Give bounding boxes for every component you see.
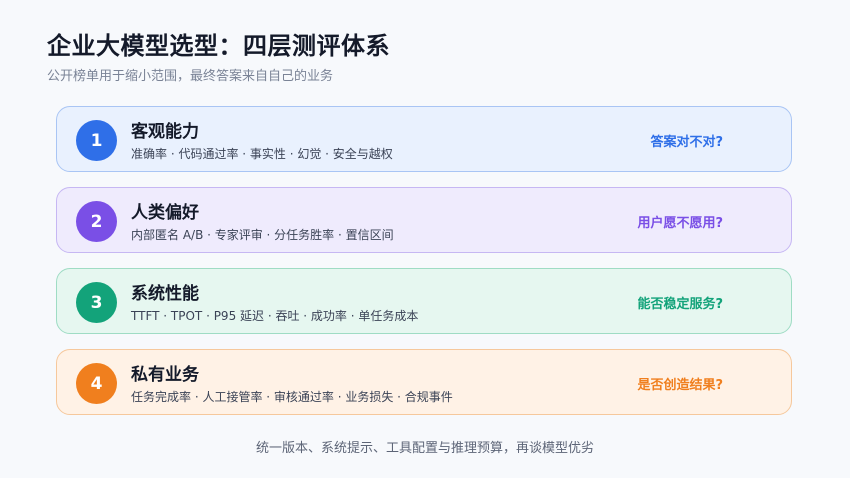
layer-name: 私有业务 — [131, 365, 199, 385]
layer-metrics: TTFT · TPOT · P95 延迟 · 吞吐 · 成功率 · 单任务成本 — [131, 309, 419, 323]
layer-card-performance: 3 系统性能 TTFT · TPOT · P95 延迟 · 吞吐 · 成功率 ·… — [56, 268, 792, 334]
layer-question: 能否稳定服务? — [637, 297, 723, 312]
layer-metrics: 任务完成率 · 人工接管率 · 审核通过率 · 业务损失 · 合规事件 — [131, 390, 453, 404]
footer-note: 统一版本、系统提示、工具配置与推理预算，再谈模型优劣 — [255, 441, 594, 456]
layer-question: 是否创造结果? — [637, 378, 723, 393]
layer-number-badge: 1 — [76, 120, 117, 161]
layer-card-objective: 1 客观能力 准确率 · 代码通过率 · 事实性 · 幻觉 · 安全与越权 答案… — [56, 106, 792, 172]
layer-name: 客观能力 — [131, 122, 199, 142]
layer-question: 用户愿不愿用? — [637, 216, 723, 231]
layer-name: 系统性能 — [131, 284, 199, 304]
layer-number-badge: 3 — [76, 282, 117, 323]
page-subtitle: 公开榜单用于缩小范围，最终答案来自自己的业务 — [47, 69, 334, 84]
layer-question: 答案对不对? — [650, 135, 723, 150]
layer-number-badge: 4 — [76, 363, 117, 404]
layer-number-badge: 2 — [76, 201, 117, 242]
layer-metrics: 准确率 · 代码通过率 · 事实性 · 幻觉 · 安全与越权 — [131, 147, 393, 161]
layer-name: 人类偏好 — [131, 203, 199, 223]
page-title: 企业大模型选型：四层测评体系 — [47, 32, 390, 60]
layer-card-business: 4 私有业务 任务完成率 · 人工接管率 · 审核通过率 · 业务损失 · 合规… — [56, 349, 792, 415]
layer-card-preference: 2 人类偏好 内部匿名 A/B · 专家评审 · 分任务胜率 · 置信区间 用户… — [56, 187, 792, 253]
layer-metrics: 内部匿名 A/B · 专家评审 · 分任务胜率 · 置信区间 — [131, 228, 394, 242]
